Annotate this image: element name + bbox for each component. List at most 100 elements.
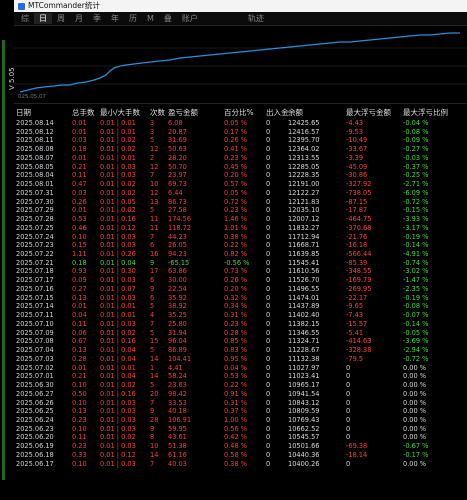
cell-pl: 59.95 xyxy=(168,424,187,433)
table-row[interactable]: 2025.08.11 0.03 0.01 | 0.02 5 31.69 0.26 % 0 12… xyxy=(14,136,467,145)
table-row[interactable]: 2025.06.30 0.10 0.01 | 0.02 5 23.63 0.22 % 0 10… xyxy=(14,381,467,390)
cell-mm: 0.01 | 0.03 xyxy=(100,171,136,180)
table-row[interactable]: 2025.07.28 0.53 0.01 | 0.16 11 174.56 1.46 % 0… xyxy=(14,215,467,224)
cell-mm: 0.01 | 0.03 xyxy=(100,162,136,171)
table-row[interactable]: 2025.07.24 0.10 0.01 | 0.03 7 44.23 0.38 % 0 11… xyxy=(14,233,467,242)
column-header-9[interactable]: 最大浮亏比例 xyxy=(401,106,467,119)
table-row[interactable]: 2025.07.11 0.04 0.01 | 0.01 4 35.25 0.31 % 0 11… xyxy=(14,311,467,320)
cell-fund: 0 xyxy=(266,328,271,337)
table-row[interactable]: 2025.07.14 0.01 0.01 | 0.01 5 38.92 0.34 % 0 11… xyxy=(14,302,467,311)
cell-fund: 0 xyxy=(266,241,271,250)
cell-mm: 0.01 | 0.16 xyxy=(100,389,136,398)
table-row[interactable]: 2025.06.27 0.50 0.01 | 0.16 20 98.42 0.91 % 0 1… xyxy=(14,390,467,399)
table-row[interactable]: 2025.06.17 0.10 0.01 | 0.03 7 40.03 0.38 % 0 10… xyxy=(14,460,467,469)
table-row[interactable]: 2025.06.23 0.10 0.01 | 0.03 9 59.95 0.56 % 0 10… xyxy=(14,425,467,434)
table-row[interactable]: 2025.07.08 0.67 0.01 | 0.16 15 96.04 0.85 % 0 1… xyxy=(14,337,467,346)
table-row[interactable]: 2025.07.22 1.11 0.01 | 0.26 16 94.23 0.82 % 0 1… xyxy=(14,250,467,259)
tab-3[interactable]: 月 xyxy=(70,13,88,24)
column-header-0[interactable]: 日期 xyxy=(14,106,70,119)
cell-dd: -269.95 xyxy=(346,284,372,293)
cell-date: 2025.07.17 xyxy=(16,276,54,285)
tab-trajectory[interactable]: 轨迹 xyxy=(243,13,269,24)
table-row[interactable]: 2025.07.31 0.03 0.01 | 0.02 12 6.44 0.05 % 0 12… xyxy=(14,189,467,198)
table-row[interactable]: 2025.06.19 0.23 0.01 | 0.03 10 51.38 0.48 % 0 1… xyxy=(14,442,467,451)
table-row[interactable]: 2025.08.07 0.01 0.01 | 0.01 2 28.20 0.23 % 0 12… xyxy=(14,154,467,163)
cell-date: 2025.08.04 xyxy=(16,171,54,180)
cell-date: 2025.07.09 xyxy=(16,328,54,337)
cell-bal: 12313.55 xyxy=(288,153,320,162)
column-header-7[interactable]: 余额 xyxy=(286,106,344,119)
cell-date: 2025.07.25 xyxy=(16,223,54,232)
tab-5[interactable]: 年 xyxy=(106,13,124,24)
tab-6[interactable]: 历 xyxy=(124,13,142,24)
cell-pct: 1.01 % xyxy=(224,223,248,232)
cell-cnt: 6 xyxy=(150,276,155,285)
cell-pct: 0.41 % xyxy=(224,145,248,154)
tab-8[interactable]: 叠 xyxy=(159,13,177,24)
cell-mm: 0.01 | 0.02 xyxy=(100,328,136,337)
column-header-8[interactable]: 最大浮亏金额 xyxy=(344,106,401,119)
cell-bal: 12364.02 xyxy=(288,145,320,154)
table-row[interactable]: 2025.08.01 0.47 0.01 | 0.02 10 69.73 0.57 % 0 1… xyxy=(14,180,467,189)
cell-date: 2025.08.11 xyxy=(16,136,54,145)
cell-cnt: 5 xyxy=(150,206,155,215)
cell-date: 2025.07.31 xyxy=(16,188,54,197)
table-row[interactable]: 2025.06.20 0.11 0.01 | 0.02 8 43.61 0.42 % 0 10… xyxy=(14,433,467,442)
table-row[interactable]: 2025.07.16 0.27 0.01 | 0.07 9 22.54 0.20 % 0 11… xyxy=(14,285,467,294)
cell-bal: 11526.70 xyxy=(288,276,320,285)
table-row[interactable]: 2025.07.03 0.28 0.01 | 0.04 14 104.41 0.95 % 0… xyxy=(14,355,467,364)
table-row[interactable]: 2025.07.15 0.13 0.01 | 0.03 6 35.92 0.32 % 0 11… xyxy=(14,294,467,303)
tab-1[interactable]: 日 xyxy=(34,13,52,24)
column-header-5[interactable]: 百分比% xyxy=(222,106,264,119)
column-header-6[interactable]: 出入金 xyxy=(264,106,289,119)
table-row[interactable]: 2025.07.21 0.18 0.01 | 0.04 9 -65.15 -0.56 % 0… xyxy=(14,259,467,268)
table-row[interactable]: 2025.07.25 0.46 0.01 | 0.12 11 118.72 1.01 % 0… xyxy=(14,224,467,233)
cell-pl: 31.94 xyxy=(168,328,187,337)
tab-7[interactable]: M xyxy=(142,14,159,23)
table-row[interactable]: 2025.07.23 0.15 0.01 | 0.03 6 26.05 0.22 % 0 11… xyxy=(14,241,467,250)
column-header-4[interactable]: 盈亏金额 xyxy=(166,106,222,119)
table-row[interactable]: 2025.06.26 0.10 0.01 | 0.03 7 33.53 0.31 % 0 10… xyxy=(14,399,467,408)
table-row[interactable]: 2025.08.12 0.01 0.01 | 0.01 3 20.87 0.17 % 0 12… xyxy=(14,128,467,137)
cell-pl: 40.03 xyxy=(168,459,187,468)
table-row[interactable]: 2025.06.24 0.23 0.01 | 0.03 28 106.91 1.00 % 0… xyxy=(14,416,467,425)
table-row[interactable]: 2025.07.18 0.93 0.01 | 0.30 17 63.86 0.73 % 0 1… xyxy=(14,267,467,276)
table-row[interactable]: 2025.08.14 0.01 0.01 | 0.01 3 6.08 0.05 % 0 124… xyxy=(14,119,467,128)
cell-dd: -9.65 xyxy=(346,302,364,311)
cell-fund: 0 xyxy=(266,311,271,320)
cell-fund: 0 xyxy=(266,319,271,328)
tab-2[interactable]: 周 xyxy=(52,13,70,24)
table-row[interactable]: 2025.08.05 0.21 0.01 | 0.03 12 50.70 0.45 % 0 1… xyxy=(14,163,467,172)
cell-pl: 51.38 xyxy=(168,442,187,451)
column-header-3[interactable]: 次数 xyxy=(148,106,166,119)
table-row[interactable]: 2025.07.10 0.11 0.01 | 0.03 7 25.80 0.23 % 0 11… xyxy=(14,320,467,329)
table-row[interactable]: 2025.08.08 0.18 0.01 | 0.02 12 50.63 0.41 % 0 1… xyxy=(14,145,467,154)
cell-fund: 0 xyxy=(266,276,271,285)
table-row[interactable]: 2025.08.04 0.11 0.01 | 0.03 7 23.97 0.20 % 0 12… xyxy=(14,171,467,180)
table-row[interactable]: 2025.07.01 0.21 0.01 | 0.04 14 58.24 0.53 % 0 1… xyxy=(14,372,467,381)
cell-lots: 0.01 xyxy=(72,363,87,372)
table-row[interactable]: 2025.07.04 0.13 0.01 | 0.04 5 86.89 0.83 % 0 11… xyxy=(14,346,467,355)
cell-pl: 35.92 xyxy=(168,293,187,302)
cell-lots: 0.46 xyxy=(72,223,87,232)
column-header-2[interactable]: 最小/大手数 xyxy=(98,106,148,119)
table-row[interactable]: 2025.07.02 0.01 0.01 | 0.01 1 4.41 0.04 % 0 110… xyxy=(14,364,467,373)
cell-pct: 0.26 % xyxy=(224,136,248,145)
cell-lots: 0.10 xyxy=(72,381,87,390)
cell-lots: 0.01 xyxy=(72,153,87,162)
cell-cnt: 14 xyxy=(150,354,159,363)
table-row[interactable]: 2025.07.29 0.01 0.01 | 0.02 5 27.58 0.23 % 0 12… xyxy=(14,206,467,215)
table-row[interactable]: 2025.06.18 0.33 0.01 | 0.12 14 61.16 0.58 % 0 1… xyxy=(14,451,467,460)
cell-ddp: -2.71 % xyxy=(403,180,429,189)
tab-0[interactable]: 综 xyxy=(16,13,34,24)
tab-4[interactable]: 季 xyxy=(88,13,106,24)
table-row[interactable]: 2025.07.09 0.06 0.01 | 0.02 5 31.94 0.28 % 0 11… xyxy=(14,329,467,338)
tab-9[interactable]: 账户 xyxy=(177,13,203,24)
cell-pl: 23.97 xyxy=(168,171,187,180)
table-row[interactable]: 2025.07.30 0.26 0.01 | 0.05 13 86.73 0.72 % 0 1… xyxy=(14,198,467,207)
cell-bal: 11324.71 xyxy=(288,337,320,346)
cell-lots: 0.50 xyxy=(72,389,87,398)
table-row[interactable]: 2025.07.17 0.09 0.01 | 0.03 6 30.00 0.26 % 0 11… xyxy=(14,276,467,285)
table-row[interactable]: 2025.06.25 0.13 0.01 | 0.03 9 40.18 0.37 % 0 10… xyxy=(14,407,467,416)
column-header-1[interactable]: 总手数 xyxy=(70,106,98,119)
